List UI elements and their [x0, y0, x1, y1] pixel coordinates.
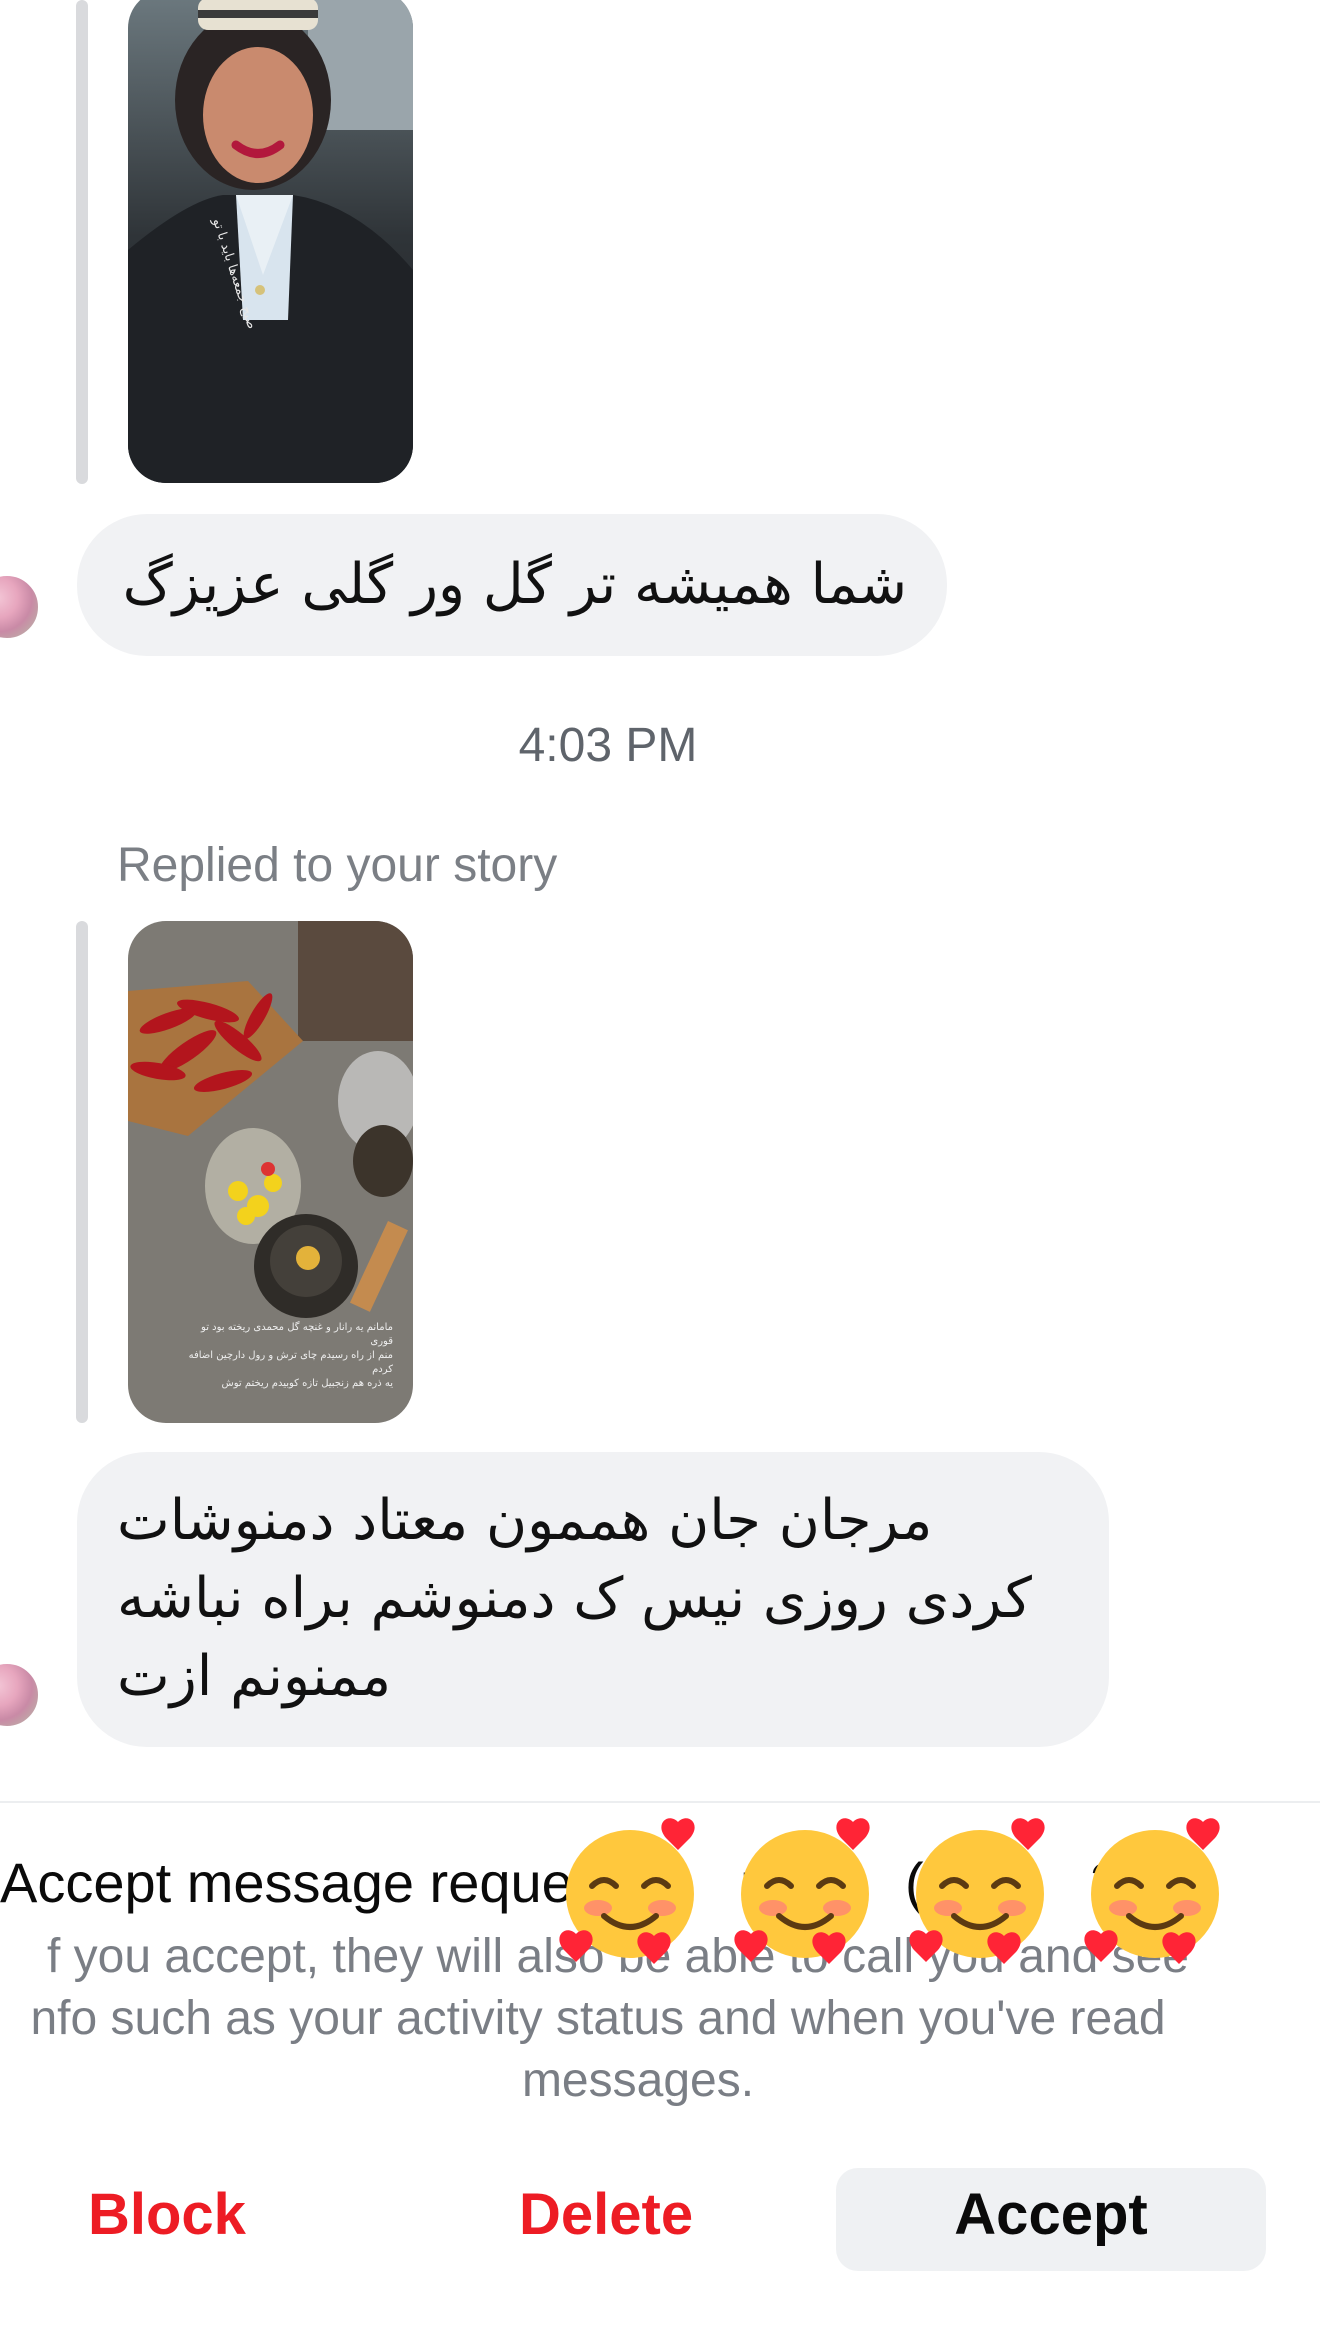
smiling-face-with-hearts-icon: [559, 1818, 695, 1964]
sender-avatar[interactable]: [0, 1662, 40, 1728]
story-thumbnail-tea[interactable]: مامانم یه رانار و غنچه گل محمدی ریخته بو…: [128, 921, 413, 1423]
smiling-face-with-hearts-icon: [1084, 1818, 1220, 1964]
block-button[interactable]: Block: [88, 2181, 246, 2248]
message-bubble[interactable]: مرجان جان هممون معتاد دمنوشات کردی روزی …: [77, 1452, 1109, 1747]
message-text: شما همیشه تر گل ور گلی عزیزگ: [122, 552, 907, 617]
message-text-line: ممنونم ازت: [117, 1644, 392, 1709]
smiling-face-with-hearts-icon: [909, 1818, 1045, 1964]
story-caption-line: قوری: [370, 1336, 393, 1347]
accept-button[interactable]: Accept: [836, 2168, 1266, 2271]
message-text-line: کردی روزی نیس ک دمنوشم براه نباشه: [117, 1566, 1032, 1631]
request-title: Accept message requer(3: [0, 1850, 1121, 1915]
message-text-line: مرجان جان هممون معتاد دمنوشات: [117, 1488, 933, 1553]
message-timestamp: 4:03 PM: [518, 719, 698, 772]
sender-avatar[interactable]: [0, 574, 40, 640]
delete-button[interactable]: Delete: [519, 2181, 693, 2248]
story-caption: مامانم یه رانار و غنچه گل محمدی ریخته بو…: [138, 1321, 393, 1391]
story-caption-line: کردم: [372, 1364, 393, 1375]
story-reply-bar: [76, 0, 88, 484]
story-thumbnail-portrait[interactable]: صبح جمعه‌ها باید با تو: [128, 0, 413, 483]
smiling-face-with-hearts-icon: [734, 1818, 870, 1964]
accept-button-label: Accept: [954, 2182, 1148, 2247]
story-portrait-image: صبح جمعه‌ها باید با تو: [128, 0, 413, 483]
story-reply-bar: [76, 921, 88, 1423]
message-bubble[interactable]: شما همیشه تر گل ور گلی عزیزگ: [77, 514, 947, 656]
sheet-divider: [0, 1801, 1320, 1803]
story-reply-label: Replied to your story: [117, 839, 558, 892]
story-caption-line: یه ذره هم زنجبیل تازه کوبیدم ریختم توش: [221, 1378, 393, 1389]
request-title-text: Accept message reque: [0, 1851, 573, 1914]
story-caption-line: منم از راه رسیدم چای ترش و رول دارچین اض…: [188, 1350, 393, 1361]
request-description-line: messages.: [521, 2054, 755, 2107]
request-description-line: nfo such as your activity status and whe…: [30, 1992, 1166, 2045]
story-caption-line: مامانم یه رانار و غنچه گل محمدی ریخته بو…: [201, 1322, 393, 1333]
